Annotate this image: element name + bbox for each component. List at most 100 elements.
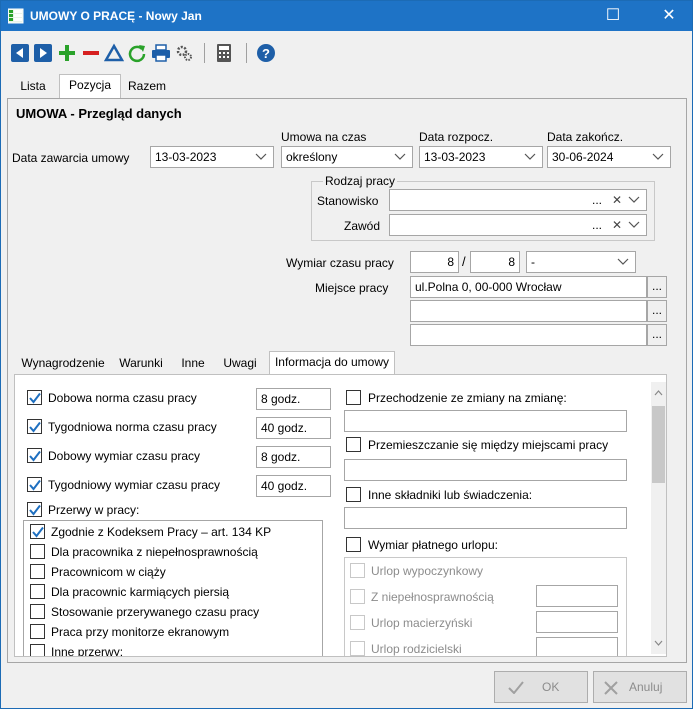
tygodniowy-wymiar-label: Tygodniowy wymiar czasu pracy [48, 478, 221, 492]
przerwy-item-checkbox[interactable] [30, 584, 45, 599]
edit-icon[interactable] [104, 43, 124, 63]
przerwy-item-checkbox[interactable] [30, 524, 45, 539]
urlop-value-field[interactable] [536, 585, 618, 607]
przerwy-item-label: Dla pracownika z niepełnosprawnością [51, 545, 258, 559]
tab-uwagi[interactable]: Uwagi [217, 353, 263, 373]
miejsce-line3-dots-button[interactable]: ... [647, 324, 667, 346]
urlop-item-label: Urlop wypoczynkowy [371, 564, 484, 578]
data-rozpocz-field[interactable]: 13-03-2023 [419, 146, 543, 168]
przerwy-item-label: Pracownicom w ciąży [51, 565, 166, 579]
tygodniowy-wymiar-checkbox[interactable] [27, 477, 42, 492]
przerwy-item-checkbox[interactable] [30, 564, 45, 579]
chevron-down-icon[interactable] [652, 147, 666, 167]
delete-icon[interactable] [81, 43, 101, 63]
tab-inne[interactable]: Inne [173, 353, 213, 373]
urlop-value-field[interactable] [536, 637, 618, 656]
tygodniowy-wymiar-value[interactable]: 40 godz. [256, 475, 331, 497]
rodzaj-pracy-label: Rodzaj pracy [323, 174, 398, 188]
umowa-na-czas-select[interactable]: określony [281, 146, 413, 168]
miejsce-line2-field[interactable] [410, 300, 647, 322]
data-zakoncz-field[interactable]: 30-06-2024 [547, 146, 671, 168]
tab-wynagrodzenie[interactable]: Wynagrodzenie [15, 353, 111, 373]
tab-informacja-do-umowy[interactable]: Informacja do umowy [269, 351, 395, 374]
wymiar-label: Wymiar czasu pracy [286, 256, 394, 270]
scrollbar-thumb[interactable] [652, 406, 665, 483]
stanowisko-dots-button[interactable]: ... [592, 190, 602, 210]
tab-pozycja[interactable]: Pozycja [59, 74, 121, 99]
settings-gears-icon[interactable] [174, 43, 194, 63]
przemieszczanie-checkbox[interactable] [346, 437, 361, 452]
chevron-down-icon[interactable] [524, 147, 538, 167]
przerwy-item-label: Stosowanie przerywanego czasu pracy [51, 605, 260, 619]
przerwy-item-label: Dla pracownic karmiących piersią [51, 585, 230, 599]
tab-warunki[interactable]: Warunki [111, 353, 171, 373]
dobowy-wymiar-value[interactable]: 8 godz. [256, 446, 331, 468]
scroll-up-icon[interactable] [654, 390, 663, 396]
chevron-down-icon[interactable] [628, 215, 642, 235]
urlop-item-label: Urlop rodzicielski [371, 642, 462, 656]
maximize-button[interactable]: ☐ [590, 1, 636, 31]
dobowa-norma-checkbox[interactable] [27, 390, 42, 405]
add-icon[interactable] [57, 43, 77, 63]
urlop-item-label: Urlop macierzyński [371, 616, 473, 630]
wymiar-unit-select[interactable]: - [526, 251, 636, 273]
chevron-down-icon[interactable] [255, 147, 269, 167]
przerwy-item-checkbox[interactable] [30, 644, 45, 656]
urlop-item-checkbox[interactable] [350, 615, 365, 630]
stanowisko-field[interactable]: ... ✕ [389, 189, 647, 211]
cancel-button[interactable]: Anuluj [593, 671, 687, 703]
chevron-down-icon[interactable] [617, 252, 631, 272]
chevron-down-icon[interactable] [628, 190, 642, 210]
przerwy-item-checkbox[interactable] [30, 544, 45, 559]
przemieszczanie-field[interactable] [344, 459, 627, 481]
urlop-item-checkbox[interactable] [350, 589, 365, 604]
inne-skladniki-field[interactable] [344, 507, 627, 529]
main-window: UMOWY O PRACĘ - Nowy Jan ☐ ✕ ? Lista Poz… [0, 0, 693, 709]
miejsce-line3-field[interactable] [410, 324, 647, 346]
tygodniowa-norma-checkbox[interactable] [27, 419, 42, 434]
data-zawarcia-label: Data zawarcia umowy [12, 151, 130, 165]
title-bar: UMOWY O PRACĘ - Nowy Jan ☐ ✕ [1, 1, 692, 31]
przerwy-item-checkbox[interactable] [30, 624, 45, 639]
vertical-scrollbar[interactable] [651, 382, 666, 654]
clear-icon[interactable]: ✕ [612, 190, 622, 210]
zawod-dots-button[interactable]: ... [592, 215, 602, 235]
print-icon[interactable] [151, 43, 171, 63]
zawod-field[interactable]: ... ✕ [389, 214, 647, 236]
prev-record-icon[interactable] [10, 43, 30, 63]
miejsce-line1-dots-button[interactable]: ... [647, 276, 667, 298]
ok-button[interactable]: OK [494, 671, 588, 703]
przechodzenie-field[interactable] [344, 410, 627, 432]
wymiar-denominator-field[interactable]: 8 [470, 251, 520, 273]
wymiar-numerator-field[interactable]: 8 [410, 251, 459, 273]
urlop-value-field[interactable] [536, 611, 618, 633]
cancel-label: Anuluj [629, 680, 663, 694]
urlop-item-checkbox[interactable] [350, 641, 365, 656]
close-button[interactable]: ✕ [646, 1, 692, 31]
urlop-item-checkbox[interactable] [350, 563, 365, 578]
dobowa-norma-value[interactable]: 8 godz. [256, 388, 331, 410]
clear-icon[interactable]: ✕ [612, 215, 622, 235]
dobowy-wymiar-checkbox[interactable] [27, 448, 42, 463]
tygodniowa-norma-value[interactable]: 40 godz. [256, 417, 331, 439]
przerwy-item-checkbox[interactable] [30, 604, 45, 619]
chevron-down-icon[interactable] [394, 147, 408, 167]
inne-skladniki-label: Inne składniki lub świadczenia: [368, 488, 533, 502]
scroll-down-icon[interactable] [654, 640, 663, 646]
next-record-icon[interactable] [33, 43, 53, 63]
miejsce-line2-dots-button[interactable]: ... [647, 300, 667, 322]
przerwy-item-label: Zgodnie z Kodeksem Pracy – art. 134 KP [51, 525, 272, 539]
refresh-icon[interactable] [127, 43, 147, 63]
app-icon [8, 8, 24, 24]
tab-razem[interactable]: Razem [123, 76, 171, 98]
calculator-icon[interactable] [214, 43, 234, 63]
miejsce-line1-field[interactable]: ul.Polna 0, 00-000 Wrocław [410, 276, 647, 298]
inne-skladniki-checkbox[interactable] [346, 487, 361, 502]
przechodzenie-checkbox[interactable] [346, 390, 361, 405]
data-zawarcia-field[interactable]: 13-03-2023 [150, 146, 274, 168]
przerwy-list: Zgodnie z Kodeksem Pracy – art. 134 KP D… [23, 520, 323, 656]
tab-lista[interactable]: Lista [9, 76, 57, 98]
help-icon[interactable]: ? [256, 43, 276, 63]
przerwy-checkbox[interactable] [27, 502, 42, 517]
wymiar-urlopu-checkbox[interactable] [346, 537, 361, 552]
